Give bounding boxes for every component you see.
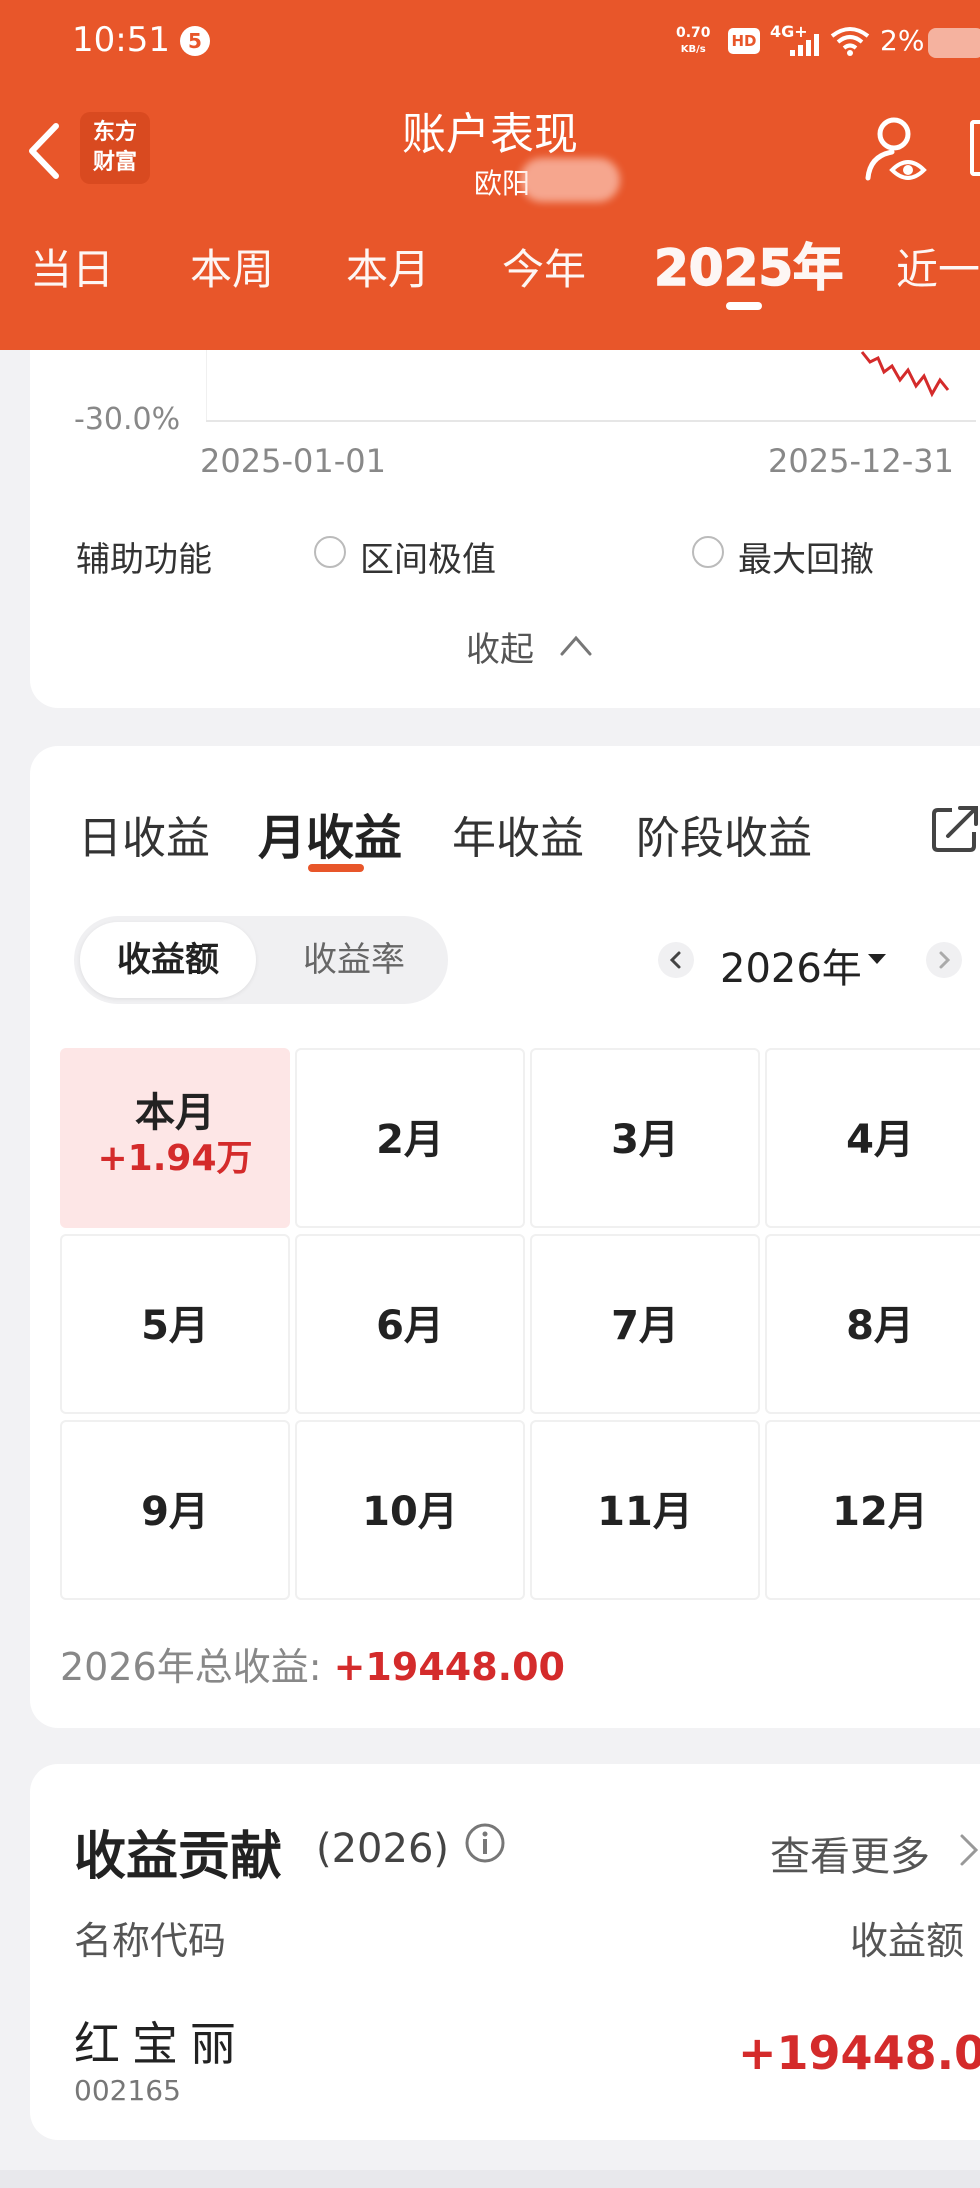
y-axis-min-label: -30.0% <box>74 402 181 437</box>
collapse-button[interactable]: 收起 <box>466 622 534 671</box>
next-year-button[interactable] <box>926 942 962 978</box>
year-total-label: 2026年总收益: <box>60 1645 334 1689</box>
chart-baseline <box>206 420 976 422</box>
stock-name: 红宝丽 <box>74 2017 248 2071</box>
bottom-edge <box>0 2170 980 2188</box>
contribution-title: 收益贡献 <box>74 1827 283 1887</box>
month-return-value: +1.94万 <box>97 1138 253 1179</box>
month-cell[interactable]: 6月 <box>295 1234 525 1414</box>
header: 10:51 5 0.70 KB/s HD 4G+ 2% 东方 财富 账户表现 欧… <box>0 0 980 350</box>
stock-code: 002165 <box>74 2074 181 2107</box>
year-total-value: +19448.00 <box>333 1645 565 1689</box>
month-label: 6月 <box>376 1303 444 1349</box>
tab-this-year[interactable]: 今年 <box>502 236 586 297</box>
prev-year-button[interactable] <box>658 942 694 978</box>
month-label: 2月 <box>376 1117 444 1163</box>
column-header-name: 名称代码 <box>74 1919 227 1963</box>
month-label: 4月 <box>846 1117 914 1163</box>
month-label: 8月 <box>846 1303 914 1349</box>
month-cell[interactable]: 11月 <box>530 1420 760 1600</box>
tab-monthly-returns[interactable]: 月收益 <box>258 798 402 868</box>
tab-active-indicator <box>726 302 762 310</box>
month-cell[interactable]: 5月 <box>60 1234 290 1414</box>
chart-gridline <box>206 350 207 420</box>
network-speed-unit: KB/s <box>680 44 706 55</box>
caret-down-icon[interactable] <box>868 954 886 964</box>
x-axis-end-label: 2025-12-31 <box>768 442 954 480</box>
month-label: 11月 <box>597 1489 693 1535</box>
wifi-icon <box>830 27 870 56</box>
chevron-right-icon[interactable] <box>956 1832 980 1868</box>
rate-toggle[interactable]: 收益率 <box>266 922 442 998</box>
month-label: 9月 <box>141 1489 209 1535</box>
max-drawdown-label[interactable]: 最大回撤 <box>738 532 874 581</box>
month-label: 7月 <box>611 1303 679 1349</box>
privacy-eye-icon[interactable] <box>862 112 932 186</box>
aux-function-label: 辅助功能 <box>76 540 212 580</box>
signal-icon <box>788 34 820 56</box>
notification-badge: 5 <box>180 26 210 56</box>
tab-today[interactable]: 当日 <box>30 236 114 297</box>
month-cell[interactable]: 3月 <box>530 1048 760 1228</box>
account-name-mask <box>520 158 620 202</box>
year-selector[interactable]: 2026年 <box>720 936 862 994</box>
month-cell-current[interactable]: 本月 +1.94万 <box>60 1048 290 1228</box>
month-label: 12月 <box>832 1489 928 1535</box>
tab-2025[interactable]: 2025年 <box>653 228 844 300</box>
menu-icon[interactable] <box>970 120 980 176</box>
share-icon[interactable] <box>930 802 980 854</box>
tab-yearly-returns[interactable]: 年收益 <box>452 802 584 866</box>
year-total-returns: 2026年总收益: +19448.00 <box>60 1636 565 1691</box>
amount-toggle[interactable]: 收益额 <box>80 922 256 998</box>
month-cell[interactable]: 9月 <box>60 1420 290 1600</box>
month-cell[interactable]: 4月 <box>765 1048 980 1228</box>
returns-metric-toggle: 收益额 收益率 <box>74 916 448 1004</box>
month-cell[interactable]: 2月 <box>295 1048 525 1228</box>
network-speed: 0.70 KB/s <box>676 26 711 57</box>
chevron-up-icon[interactable] <box>558 630 594 660</box>
returns-contribution-card: 收益贡献 (2026) 查看更多 名称代码 收益额 红宝丽 002165 +19… <box>30 1764 980 2140</box>
battery-icon <box>928 28 980 58</box>
performance-chart-card: -30.0% 2025-01-01 2025-12-31 辅助功能 区间极值 最… <box>30 350 980 708</box>
x-axis-start-label: 2025-01-01 <box>200 442 386 480</box>
month-cell[interactable]: 10月 <box>295 1420 525 1600</box>
info-icon[interactable] <box>464 1822 506 1864</box>
month-label: 3月 <box>611 1117 679 1163</box>
battery-percent: 2% <box>880 24 925 57</box>
month-label: 10月 <box>362 1489 458 1535</box>
interval-extreme-label[interactable]: 区间极值 <box>360 532 496 581</box>
interval-extreme-radio[interactable] <box>314 536 346 568</box>
month-label: 5月 <box>141 1303 209 1349</box>
returns-tab-indicator <box>308 864 364 872</box>
page-title: 账户表现 <box>402 109 578 160</box>
month-cell[interactable]: 8月 <box>765 1234 980 1414</box>
account-performance-page: 10:51 5 0.70 KB/s HD 4G+ 2% 东方 财富 账户表现 欧… <box>0 0 980 2188</box>
contribution-year: (2026) <box>316 1826 450 1872</box>
column-header-value: 收益额 <box>850 1919 965 1963</box>
status-time: 10:51 <box>72 20 170 60</box>
tab-period-returns[interactable]: 阶段收益 <box>636 802 812 866</box>
period-tabs: 当日 本周 本月 今年 2025年 近一 <box>0 236 980 316</box>
view-more-link[interactable]: 查看更多 <box>770 1824 930 1882</box>
tab-this-month[interactable]: 本月 <box>346 236 430 297</box>
tab-recent[interactable]: 近一 <box>896 236 980 297</box>
status-bar: 10:51 5 0.70 KB/s HD 4G+ 2% <box>0 0 980 84</box>
month-label: 本月 <box>135 1090 215 1136</box>
tab-daily-returns[interactable]: 日收益 <box>78 802 210 866</box>
hd-icon: HD <box>728 28 760 54</box>
tab-this-week[interactable]: 本周 <box>190 236 274 297</box>
month-cell[interactable]: 7月 <box>530 1234 760 1414</box>
stock-return-value: +19448.00 <box>738 2026 980 2080</box>
max-drawdown-radio[interactable] <box>692 536 724 568</box>
return-curve <box>860 351 950 398</box>
returns-card: 日收益 月收益 年收益 阶段收益 收益额 收益率 2026年 本月 +1.94万… <box>30 746 980 1728</box>
network-speed-value: 0.70 <box>676 25 711 41</box>
month-cell[interactable]: 12月 <box>765 1420 980 1600</box>
